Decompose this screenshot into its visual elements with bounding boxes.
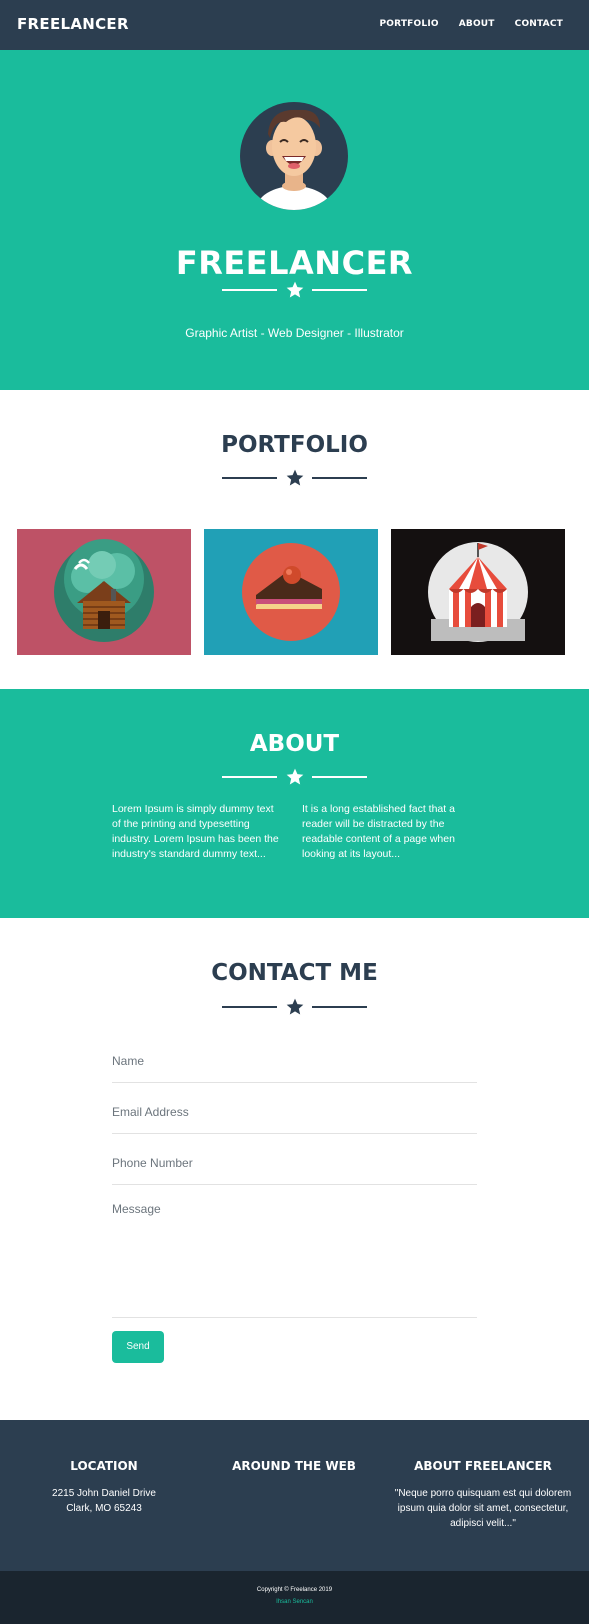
footer-about-title: ABOUT FREELANCER (414, 1459, 552, 1473)
avatar-icon (240, 102, 348, 210)
about-text-left: Lorem Ipsum is simply dummy text of the … (112, 803, 279, 860)
about-text-right: It is a long established fact that a rea… (302, 803, 455, 860)
nav-link-contact[interactable]: CONTACT (515, 19, 563, 29)
star-icon (286, 998, 304, 1015)
phone-input[interactable] (112, 1156, 477, 1170)
portfolio-item-cake[interactable] (204, 529, 378, 655)
footer: LOCATION 2215 John Daniel Drive Clark, M… (0, 1420, 589, 1571)
divider-line-right (312, 1006, 367, 1008)
portfolio-title: PORTFOLIO (221, 432, 368, 458)
portfolio-item-circus[interactable] (391, 529, 565, 655)
message-field (112, 1202, 477, 1318)
portfolio-item-cabin[interactable] (17, 529, 191, 655)
nav-links: PORTFOLIO ABOUT CONTACT (379, 19, 563, 29)
portfolio-grid (17, 529, 572, 655)
footer-address-line1: 2215 John Daniel Drive (52, 1488, 156, 1499)
navbar: FREELANCER PORTFOLIO ABOUT CONTACT (0, 0, 589, 50)
star-icon (286, 281, 304, 298)
copyright-text: Copyright © Freelance 2019 (256, 1587, 333, 1593)
star-icon (286, 768, 304, 785)
divider-line-left (222, 289, 277, 291)
message-textarea[interactable] (112, 1202, 477, 1312)
email-input[interactable] (112, 1105, 477, 1119)
name-field (112, 1050, 477, 1083)
footer-location-title: LOCATION (70, 1459, 138, 1473)
cake-icon (204, 529, 378, 655)
hero-subtitle: Graphic Artist - Web Designer - Illustra… (185, 326, 404, 340)
author-link[interactable]: Ihsan Sencan (0, 1599, 589, 1605)
divider-line-right (312, 477, 367, 479)
hero-section: FREELANCER Graphic Artist - Web Designer… (0, 50, 589, 390)
cabin-icon (17, 529, 191, 655)
phone-field (112, 1152, 477, 1185)
divider-line-left (222, 477, 277, 479)
nav-link-portfolio[interactable]: PORTFOLIO (379, 19, 438, 29)
circus-tent-icon (391, 529, 565, 655)
footer-about-text: "Neque porro quisquam est qui dolorem ip… (394, 1488, 572, 1529)
divider-line-right (312, 289, 367, 291)
footer-web-title: AROUND THE WEB (232, 1459, 356, 1473)
name-input[interactable] (112, 1054, 477, 1068)
nav-link-about[interactable]: ABOUT (459, 19, 495, 29)
footer-about: ABOUT FREELANCER "Neque porro quisquam e… (385, 1459, 581, 1531)
star-icon (286, 469, 304, 486)
about-section: ABOUT Lorem Ipsum is simply dummy text o… (0, 689, 589, 918)
about-title: ABOUT (249, 731, 340, 757)
portfolio-divider (0, 468, 589, 488)
divider-line-left (222, 1006, 277, 1008)
email-field (112, 1101, 477, 1134)
footer-around-web: AROUND THE WEB (196, 1459, 392, 1486)
about-divider (0, 767, 589, 787)
contact-title: CONTACT ME (211, 960, 378, 986)
contact-section: CONTACT ME Send (0, 918, 589, 1420)
divider-line-right (312, 776, 367, 778)
send-button[interactable]: Send (112, 1331, 164, 1363)
footer-address-line2: Clark, MO 65243 (66, 1503, 142, 1514)
divider-line-left (222, 776, 277, 778)
contact-divider (0, 997, 589, 1017)
hero-divider (0, 280, 589, 300)
copyright-bar: Copyright © Freelance 2019 Ihsan Sencan (0, 1571, 589, 1624)
portfolio-section: PORTFOLIO (0, 390, 589, 689)
hero-title: FREELANCER (175, 244, 414, 282)
footer-location: LOCATION 2215 John Daniel Drive Clark, M… (6, 1459, 202, 1516)
brand-link[interactable]: FREELANCER (17, 15, 129, 33)
